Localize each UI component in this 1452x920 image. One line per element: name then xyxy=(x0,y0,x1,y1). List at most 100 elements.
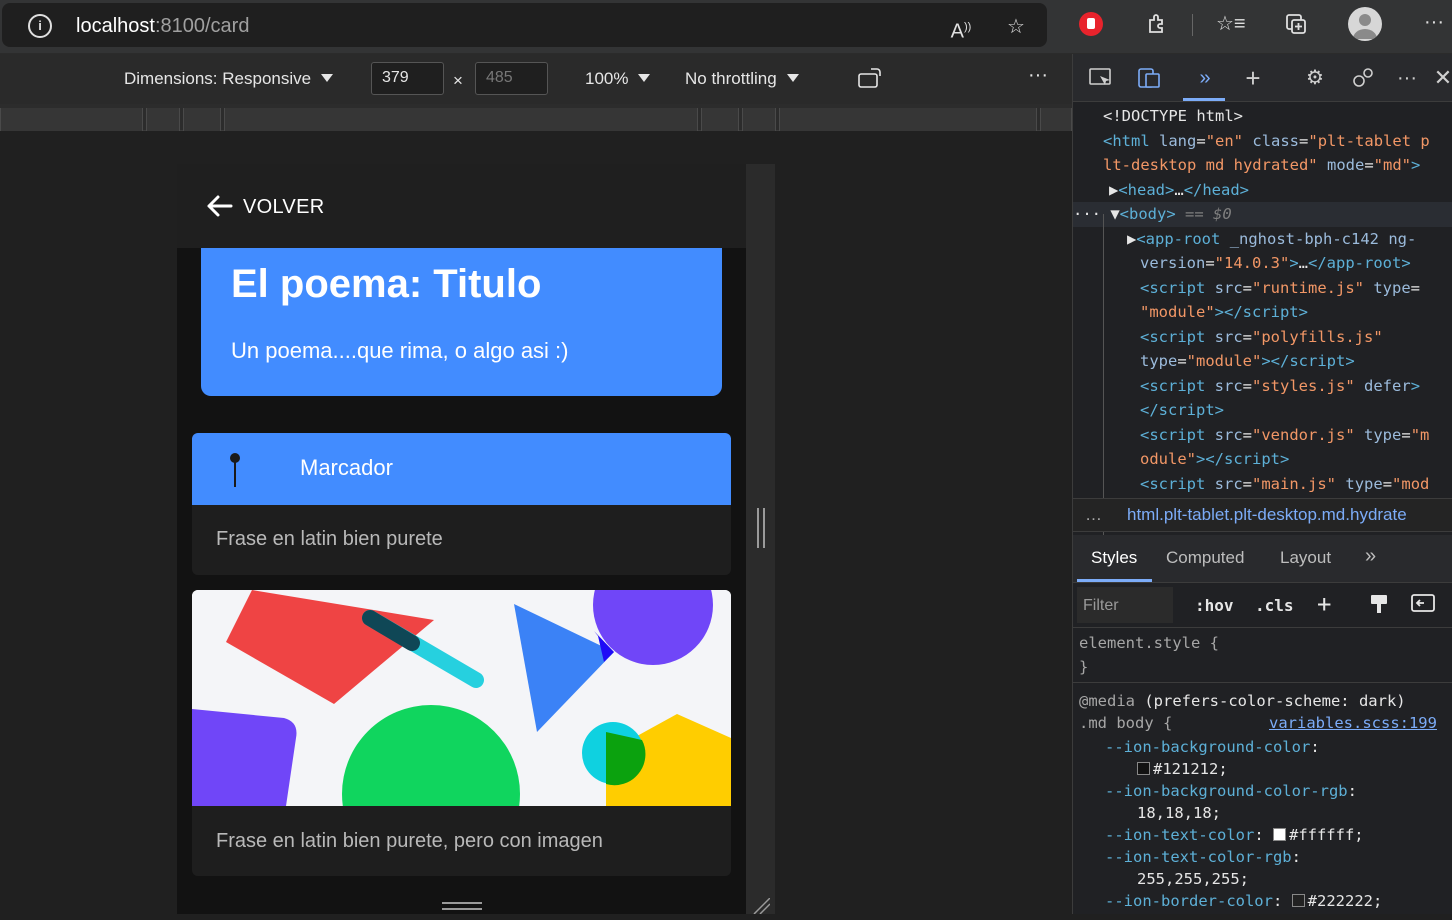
styles-tabbar: Styles Computed Layout » xyxy=(1073,535,1452,583)
device-viewport: VOLVER El poema: Titulo Un poema....que … xyxy=(177,164,746,914)
card-text: Frase en latin bien purete, pero con ima… xyxy=(216,830,603,852)
filter-input[interactable]: Filter xyxy=(1077,587,1173,623)
new-rule-icon[interactable]: + xyxy=(1317,590,1331,618)
css-value[interactable]: 255,255,255; xyxy=(1137,868,1249,890)
color-swatch[interactable] xyxy=(1272,828,1286,841)
favorites-icon[interactable]: ☆≡ xyxy=(1216,12,1246,36)
css-property[interactable]: --ion-text-color: #ffffff; xyxy=(1105,824,1364,846)
cls-button[interactable]: .cls xyxy=(1255,596,1294,615)
ruler-segment[interactable] xyxy=(0,108,143,131)
color-swatch[interactable] xyxy=(1137,762,1150,775)
ruler-segment[interactable] xyxy=(1040,108,1072,131)
read-aloud-icon[interactable]: A)) xyxy=(947,15,975,44)
device-toggle-icon[interactable] xyxy=(1135,66,1163,90)
media-query-ruler[interactable] xyxy=(0,104,1072,131)
zoom-dropdown[interactable]: 100% xyxy=(585,69,651,89)
dom-node[interactable]: <html lang="en" class="plt-tablet p xyxy=(1103,129,1430,154)
close-icon[interactable]: ✕ xyxy=(1429,66,1452,90)
ruler-segment[interactable] xyxy=(183,108,221,131)
dom-node-selected[interactable]: ··· ▼<body> == $0 xyxy=(1073,202,1452,227)
dom-node[interactable]: ▶<app-root _nghost-bph-c142 ng- xyxy=(1127,227,1416,252)
css-value[interactable]: 18,18,18; xyxy=(1137,802,1221,824)
card-text: Frase en latin bien purete xyxy=(216,528,443,550)
marker-card[interactable]: Marcador Frase en latin bien purete xyxy=(192,433,731,575)
add-favorite-icon[interactable]: ☆ xyxy=(1002,15,1030,39)
resize-handle-bottom[interactable] xyxy=(442,902,482,910)
dom-node[interactable]: <script src="main.js" type="mod xyxy=(1140,472,1429,497)
hero-card: El poema: Titulo Un poema....que rima, o… xyxy=(201,248,722,396)
css-property[interactable]: --ion-background-color-rgb: xyxy=(1105,780,1357,802)
paint-icon[interactable] xyxy=(1369,593,1389,619)
devtools-toolbar: » + ⚙ ··· ✕ xyxy=(1073,54,1452,102)
width-input[interactable]: 379 xyxy=(371,62,444,95)
more-options-icon[interactable]: ··· xyxy=(1028,64,1048,87)
dom-node[interactable]: "module"></script> xyxy=(1140,300,1308,325)
throttling-dropdown[interactable]: No throttling xyxy=(685,69,799,89)
css-property[interactable]: --ion-background-color: xyxy=(1105,736,1320,758)
more-menu-icon[interactable]: ··· xyxy=(1420,10,1448,34)
css-property[interactable]: --ion-text-color-rgb: xyxy=(1105,846,1301,868)
card-header-label: Marcador xyxy=(300,455,393,480)
ruler-segment[interactable] xyxy=(224,108,698,131)
css-property[interactable]: --ion-border-color: #222222; xyxy=(1105,890,1382,912)
rotate-icon[interactable] xyxy=(857,66,883,95)
tab-styles[interactable]: Styles xyxy=(1091,548,1137,568)
dom-node[interactable]: <script src="polyfills.js" xyxy=(1140,325,1383,350)
more-tabs-icon[interactable]: » xyxy=(1191,66,1219,90)
more-icon[interactable]: ··· xyxy=(1393,66,1421,90)
ruler-segment[interactable] xyxy=(701,108,739,131)
breadcrumb: … html.plt-tablet.plt-desktop.md.hydrate xyxy=(1073,498,1452,532)
style-rule[interactable]: element.style { xyxy=(1079,632,1219,654)
css-value[interactable]: #121212; xyxy=(1137,758,1228,780)
profile-avatar[interactable] xyxy=(1348,7,1382,41)
hero-subtitle: Un poema....que rima, o algo asi :) xyxy=(231,338,569,363)
dom-node[interactable]: <!DOCTYPE html> xyxy=(1103,104,1243,129)
ruler-segment[interactable] xyxy=(742,108,776,131)
ruler-segment[interactable] xyxy=(146,108,180,131)
media-rule: @media (prefers-color-scheme: dark) xyxy=(1079,692,1406,710)
arrow-back-icon[interactable] xyxy=(205,194,233,218)
dom-node[interactable]: <script src="styles.js" defer> xyxy=(1140,374,1420,399)
hov-button[interactable]: :hov xyxy=(1195,596,1234,615)
dom-node[interactable]: lt-desktop md hydrated" mode="md"> xyxy=(1103,153,1420,178)
times-sign: × xyxy=(453,71,463,90)
inspect-icon[interactable] xyxy=(1087,66,1115,90)
dom-node[interactable]: <script src="runtime.js" type= xyxy=(1140,276,1420,301)
image-card[interactable]: Frase en latin bien purete, pero con ima… xyxy=(192,590,731,876)
url-text[interactable]: localhost:8100/card xyxy=(76,15,249,38)
elements-tree[interactable]: <!DOCTYPE html> <html lang="en" class="p… xyxy=(1073,104,1452,544)
connect-icon[interactable] xyxy=(1349,66,1377,90)
dom-node[interactable]: </script> xyxy=(1140,398,1224,423)
gear-icon[interactable]: ⚙ xyxy=(1301,66,1329,90)
style-rule: } xyxy=(1079,658,1089,676)
extension-stop-icon[interactable] xyxy=(1077,11,1105,43)
add-tab-icon[interactable]: + xyxy=(1239,65,1267,91)
dom-node[interactable]: type="module"></script> xyxy=(1140,349,1355,374)
dom-node[interactable]: ▶<head>…</head> xyxy=(1109,178,1249,203)
collections-icon[interactable] xyxy=(1282,12,1310,42)
info-icon[interactable]: i xyxy=(28,14,52,38)
color-swatch[interactable] xyxy=(1291,894,1305,907)
source-link[interactable]: variables.scss:199 xyxy=(1269,712,1437,734)
dom-node[interactable]: version="14.0.3">…</app-root> xyxy=(1140,251,1411,276)
sidebar-toggle-icon[interactable] xyxy=(1411,593,1435,617)
tab-layout[interactable]: Layout xyxy=(1280,548,1331,568)
ruler-segment[interactable] xyxy=(779,108,1037,131)
dom-node[interactable]: <script src="vendor.js" type="m xyxy=(1140,423,1429,448)
height-input[interactable]: 485 xyxy=(475,62,548,95)
dom-node[interactable]: odule"></script> xyxy=(1140,447,1289,472)
more-tabs-icon[interactable]: » xyxy=(1365,545,1376,568)
dimensions-dropdown[interactable]: Dimensions: Responsive xyxy=(124,69,334,89)
extensions-icon[interactable] xyxy=(1143,12,1171,42)
breadcrumb-more[interactable]: … xyxy=(1085,505,1102,525)
tab-computed[interactable]: Computed xyxy=(1166,548,1244,568)
breadcrumb-item[interactable]: html.plt-tablet.plt-desktop.md.hydrate xyxy=(1127,505,1407,525)
devtools-panel: » + ⚙ ··· ✕ <!DOCTYPE html> <html lang="… xyxy=(1072,54,1452,914)
app-header: VOLVER xyxy=(177,164,746,248)
selector[interactable]: .md body { xyxy=(1079,712,1172,734)
address-bar[interactable]: i localhost:8100/card A)) ☆ xyxy=(2,3,1047,47)
back-button-label[interactable]: VOLVER xyxy=(243,196,324,219)
resize-corner-icon[interactable] xyxy=(750,898,770,914)
active-tab-indicator xyxy=(1077,579,1152,582)
resize-handle-right[interactable] xyxy=(757,508,765,548)
